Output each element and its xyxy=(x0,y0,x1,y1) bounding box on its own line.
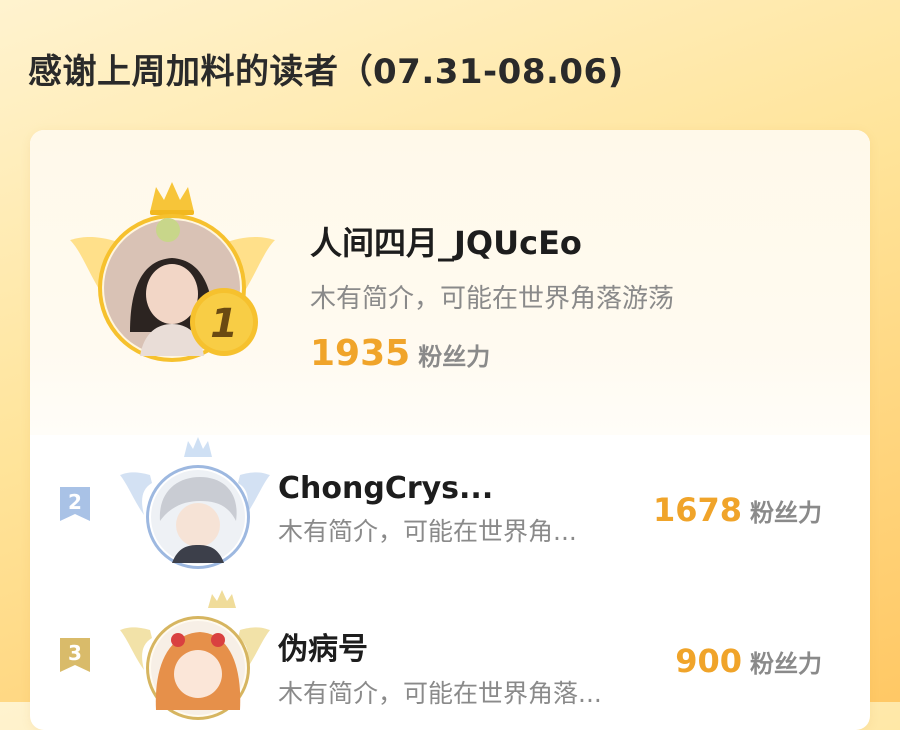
fan-power-score: 900 粉丝力 xyxy=(675,642,822,680)
user-bio: 木有简介，可能在世界角... xyxy=(278,517,577,546)
page-title: 感谢上周加料的读者（07.31-08.06) xyxy=(28,52,624,92)
bronze-frame xyxy=(120,590,270,720)
score-value: 1935 xyxy=(310,333,411,374)
user-bio: 木有简介，可能在世界角落... xyxy=(278,679,602,708)
leaderboard-card: 1 人间四月_JQUcEo 木有简介，可能在世界角落游荡 1935粉丝力 2 xyxy=(30,130,870,730)
user-name[interactable]: 伪病号 xyxy=(278,624,602,668)
silver-frame xyxy=(120,437,270,569)
score-value: 900 xyxy=(675,642,742,680)
crown-icon xyxy=(150,182,194,212)
avatar-frame[interactable] xyxy=(120,435,270,575)
leaderboard-row[interactable]: 2 ChongCrys... 木有简介，可能在世界角... 1678 粉丝力 xyxy=(30,435,870,575)
crown-icon xyxy=(208,590,236,608)
fan-power-score: 1935 粉丝力 xyxy=(310,333,674,374)
first-place-section[interactable]: 1 人间四月_JQUcEo 木有简介，可能在世界角落游荡 1935 粉丝力 xyxy=(30,130,870,435)
gold-frame: 1 xyxy=(70,182,275,362)
score-unit: 粉丝力 xyxy=(750,499,822,527)
crown-icon xyxy=(184,437,212,457)
avatar xyxy=(151,470,245,564)
user-name[interactable]: 人间四月_JQUcEo xyxy=(310,218,674,264)
score-value: 1678 xyxy=(652,491,742,529)
user-name[interactable]: ChongCrys... xyxy=(278,471,577,506)
rank-badge: 2 xyxy=(60,487,90,521)
first-place-avatar-frame[interactable]: 1 xyxy=(70,182,275,367)
avatar xyxy=(151,621,245,715)
leaderboard-row[interactable]: 3 伪病号 木有简介，可能在世界角落... 900 粉丝力 xyxy=(30,590,870,730)
first-place-info: 人间四月_JQUcEo 木有简介，可能在世界角落游荡 1935 粉丝力 xyxy=(310,218,674,374)
user-info: 伪病号 木有简介，可能在世界角落... xyxy=(278,624,602,710)
user-info: ChongCrys... 木有简介，可能在世界角... xyxy=(278,471,577,548)
rank-number: 2 xyxy=(68,490,82,514)
rank-1-label: 1 xyxy=(210,301,238,347)
score-unit: 粉丝力 xyxy=(418,343,491,371)
rank-badge: 3 xyxy=(60,638,90,672)
rank-number: 3 xyxy=(68,641,82,665)
user-bio: 木有简介，可能在世界角落游荡 xyxy=(310,284,675,314)
avatar-frame[interactable] xyxy=(120,590,270,730)
fan-power-score: 1678 粉丝力 xyxy=(653,491,822,529)
score-unit: 粉丝力 xyxy=(750,650,822,678)
